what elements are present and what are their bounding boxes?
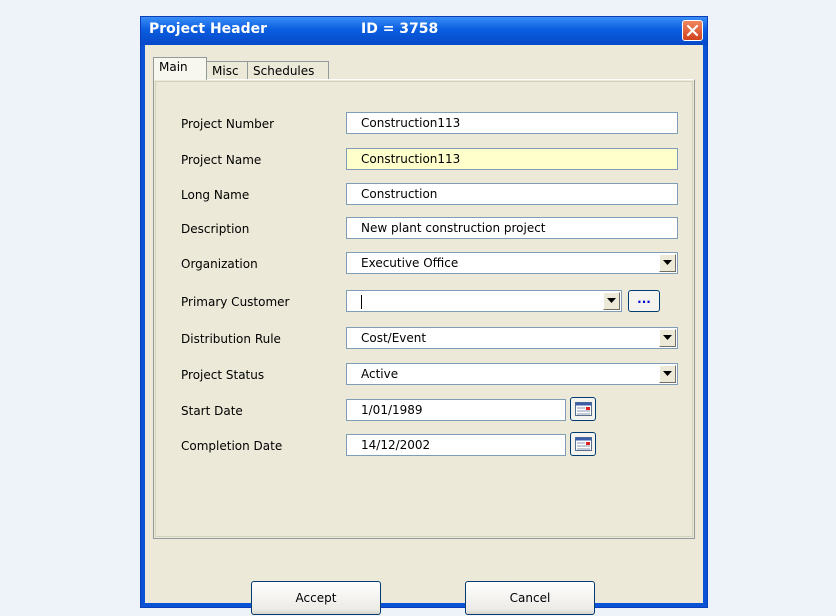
start-date-field[interactable]: 1/01/1989 [346, 399, 566, 421]
distribution-rule-dropdown-button[interactable] [659, 329, 676, 347]
description-field[interactable]: New plant construction project [346, 217, 678, 239]
project-number-label: Project Number [181, 117, 275, 131]
start-date-label: Start Date [181, 404, 243, 418]
description-value: New plant construction project [361, 221, 546, 235]
start-date-value: 1/01/1989 [361, 403, 423, 417]
calendar-icon [575, 402, 592, 416]
row-completion-date: Completion Date 14/12/2002 [156, 432, 692, 458]
organization-select[interactable]: Executive Office [346, 252, 678, 274]
row-project-status: Project Status Active [156, 361, 692, 387]
row-project-name: Project Name Construction113 [156, 146, 692, 172]
chevron-down-icon [663, 335, 672, 340]
project-name-label: Project Name [181, 153, 262, 167]
calendar-icon [575, 437, 592, 451]
tab-label: Schedules [253, 64, 315, 78]
row-description: Description New plant construction proje… [156, 215, 692, 241]
start-date-calendar-button[interactable] [570, 397, 596, 421]
chevron-down-icon [607, 298, 616, 303]
chevron-down-icon [663, 371, 672, 376]
long-name-value: Construction [361, 187, 438, 201]
project-name-field[interactable]: Construction113 [346, 148, 678, 170]
completion-date-label: Completion Date [181, 439, 283, 453]
chevron-down-icon [663, 260, 672, 265]
long-name-field[interactable]: Construction [346, 183, 678, 205]
organization-value: Executive Office [361, 256, 459, 270]
project-number-field[interactable]: Construction113 [346, 112, 678, 134]
tab-main[interactable]: Main [153, 57, 207, 80]
project-header-dialog: Project Header ID = 3758 Main Misc Sched… [140, 16, 708, 615]
tab-misc[interactable]: Misc [206, 61, 248, 79]
row-distribution-rule: Distribution Rule Cost/Event [156, 325, 692, 351]
close-icon [686, 24, 699, 37]
project-status-select[interactable]: Active [346, 363, 678, 385]
panel-inner: Project Number Construction113 Project N… [155, 81, 693, 537]
tab-label: Misc [212, 64, 239, 78]
organization-dropdown-button[interactable] [659, 254, 676, 272]
row-primary-customer: Primary Customer ... [156, 288, 692, 314]
distribution-rule-select[interactable]: Cost/Event [346, 327, 678, 349]
primary-customer-select[interactable] [346, 290, 622, 312]
customer-lookup-button[interactable]: ... [628, 290, 660, 312]
completion-date-field[interactable]: 14/12/2002 [346, 434, 566, 456]
completion-date-calendar-button[interactable] [570, 432, 596, 456]
distribution-rule-label: Distribution Rule [181, 332, 281, 346]
ellipsis-icon: ... [637, 292, 651, 306]
dialog-body: Main Misc Schedules Project Number Const… [145, 45, 703, 615]
row-start-date: Start Date 1/01/1989 [156, 397, 692, 423]
project-status-dropdown-button[interactable] [659, 365, 676, 383]
primary-customer-dropdown-button[interactable] [603, 292, 620, 310]
primary-customer-label: Primary Customer [181, 295, 290, 309]
row-organization: Organization Executive Office [156, 250, 692, 276]
completion-date-value: 14/12/2002 [361, 438, 431, 452]
project-status-label: Project Status [181, 368, 265, 382]
accept-button[interactable]: Accept [251, 581, 381, 615]
description-label: Description [181, 222, 250, 236]
row-project-number: Project Number Construction113 [156, 110, 692, 136]
tab-schedules[interactable]: Schedules [247, 61, 329, 79]
project-id: ID = 3758 [361, 21, 439, 37]
long-name-label: Long Name [181, 188, 250, 202]
tab-label: Main [159, 60, 188, 74]
project-status-value: Active [361, 367, 399, 381]
cancel-button[interactable]: Cancel [465, 581, 595, 615]
window-title: Project Header [149, 21, 268, 37]
project-number-value: Construction113 [361, 116, 461, 130]
distribution-rule-value: Cost/Event [361, 331, 427, 345]
organization-label: Organization [181, 257, 258, 271]
text-cursor [361, 294, 362, 309]
row-long-name: Long Name Construction [156, 181, 692, 207]
close-button[interactable] [682, 20, 703, 41]
main-tab-panel: Project Number Construction113 Project N… [153, 79, 695, 539]
project-name-value: Construction113 [361, 152, 461, 166]
title-bar[interactable]: Project Header ID = 3758 [141, 17, 707, 45]
